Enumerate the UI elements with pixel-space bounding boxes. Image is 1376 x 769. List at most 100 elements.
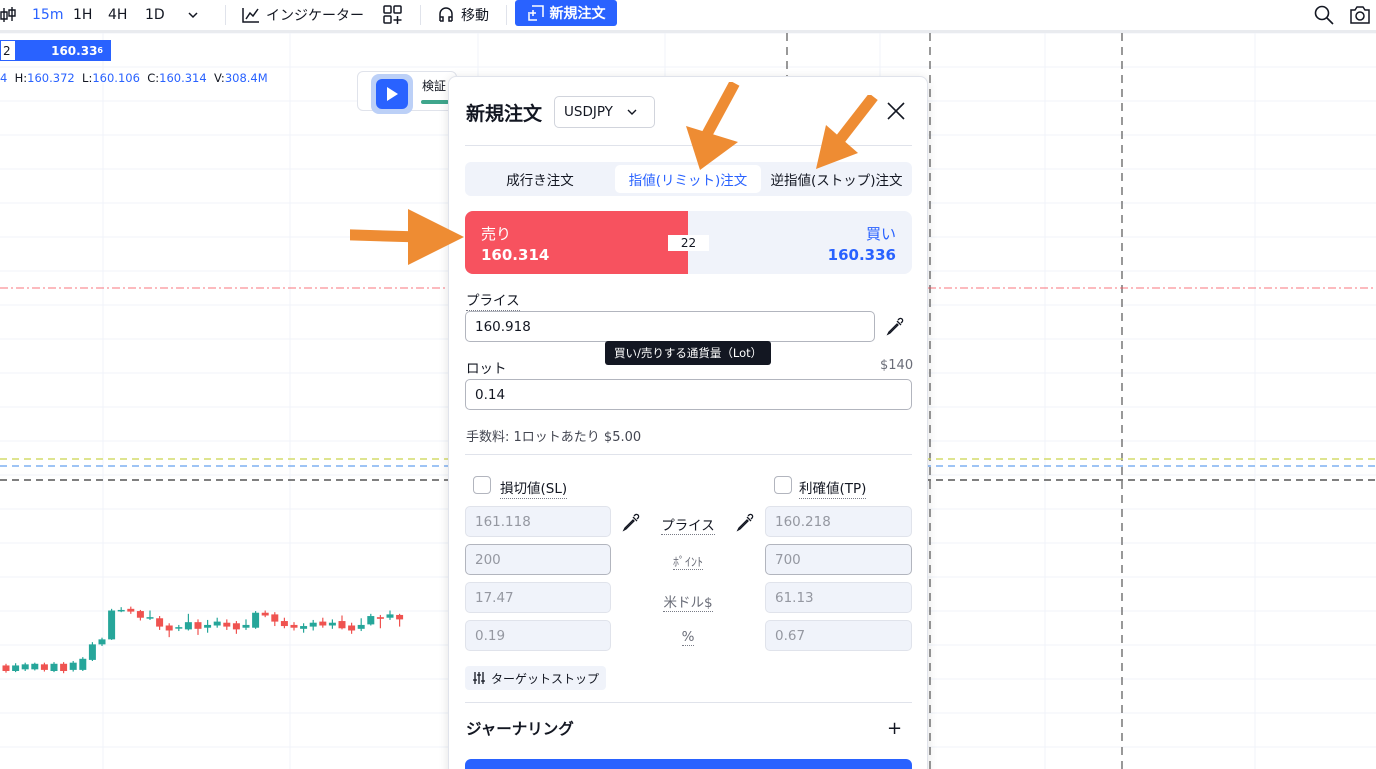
- candle-body: [117, 609, 125, 612]
- sl-points-value: 200: [475, 551, 501, 568]
- tp-points-input[interactable]: 700: [765, 544, 912, 575]
- submit-order-button[interactable]: [465, 759, 912, 769]
- divider: [465, 454, 912, 455]
- tab-market-order[interactable]: 成行き注文: [468, 165, 612, 193]
- ohlc-c-value: 160.314: [159, 71, 207, 85]
- candle-body: [204, 624, 212, 628]
- replay-widget: 検証: [357, 71, 457, 114]
- camera-icon[interactable]: [1348, 3, 1372, 27]
- candle-body: [280, 621, 288, 627]
- ohlc-l-label: L:: [82, 71, 93, 85]
- order-panel: 新規注文 USDJPY 成行き注文 指値(リミット)注文 逆指値(ストップ)注文…: [448, 76, 928, 769]
- ohlc-l-value: 160.106: [92, 71, 140, 85]
- toolbar-divider: [506, 5, 507, 25]
- price-input[interactable]: 160.918: [465, 311, 875, 342]
- candle-body: [40, 664, 48, 670]
- fee-value: 1ロットあたり $5.00: [513, 430, 642, 445]
- chevron-down-icon[interactable]: [187, 3, 199, 27]
- sl-percent-value: 0.19: [475, 627, 506, 644]
- candle-body: [2, 665, 10, 671]
- candle-body: [348, 625, 356, 631]
- ohlc-o-tail: 4: [0, 71, 8, 85]
- sl-usd-input[interactable]: 17.47: [465, 582, 611, 613]
- candle-body: [376, 617, 384, 619]
- timeframe-15m[interactable]: 15m: [32, 3, 63, 27]
- lot-label: ロット: [466, 361, 507, 377]
- play-button[interactable]: [371, 74, 413, 114]
- ohlc-v-value: 308.4M: [224, 71, 268, 85]
- chart-type-icon[interactable]: [0, 3, 18, 27]
- ohlc-v-label: V:: [214, 71, 225, 85]
- row-label-points: ﾎﾟｲﾝﾄ: [672, 555, 703, 570]
- price-badge: 2 160.33 6: [0, 40, 111, 61]
- indicators-button[interactable]: インジケーター: [241, 3, 364, 27]
- pipette-icon[interactable]: [621, 513, 641, 533]
- candle-body: [338, 621, 346, 629]
- ohlc-h-value: 160.372: [27, 71, 75, 85]
- sl-percent-input[interactable]: 0.19: [465, 620, 611, 651]
- sell-label: 売り: [481, 225, 512, 243]
- timeframe-1h[interactable]: 1H: [73, 3, 92, 27]
- sl-price-input[interactable]: 161.118: [465, 506, 611, 537]
- candle-body: [213, 621, 221, 626]
- toolbar-divider: [225, 5, 226, 25]
- lot-input[interactable]: 0.14: [465, 379, 912, 410]
- price-badge-value: 160.33 6: [16, 40, 111, 61]
- templates-icon[interactable]: [382, 3, 404, 27]
- indicators-icon: [242, 8, 259, 23]
- sl-usd-value: 17.47: [475, 589, 514, 606]
- candle-body: [357, 624, 365, 629]
- lot-value: 0.14: [475, 386, 506, 403]
- candle-body: [146, 617, 154, 619]
- lot-amount: $140: [880, 358, 914, 373]
- timeframe-4h[interactable]: 4H: [108, 3, 127, 27]
- symbol-select[interactable]: USDJPY: [554, 96, 655, 128]
- tp-percent-input[interactable]: 0.67: [765, 620, 912, 651]
- tp-usd-input[interactable]: 61.13: [765, 582, 912, 613]
- sl-price-value: 161.118: [475, 513, 531, 530]
- close-icon[interactable]: [885, 100, 907, 122]
- candlestick-series: [2, 606, 404, 674]
- tp-price-input[interactable]: 160.218: [765, 506, 912, 537]
- candle-body: [396, 614, 404, 620]
- tp-checkbox[interactable]: [774, 476, 792, 494]
- candle-body: [386, 614, 394, 618]
- candle-body: [136, 611, 144, 618]
- annotation-arrow-limit-tab: [686, 82, 740, 170]
- candle-body: [184, 622, 192, 630]
- play-icon: [387, 87, 398, 101]
- panel-title: 新規注文: [466, 103, 543, 125]
- search-icon[interactable]: [1313, 3, 1335, 27]
- sl-checkbox[interactable]: [473, 476, 491, 494]
- journaling-label: ジャーナリング: [466, 720, 574, 738]
- tp-price-value: 160.218: [775, 513, 831, 530]
- replay-progress: [421, 100, 449, 104]
- replay-label: 検証: [422, 79, 447, 93]
- row-label-usd: 米ドル$: [663, 595, 713, 612]
- new-order-button[interactable]: 新規注文: [515, 0, 617, 26]
- pipette-icon[interactable]: [735, 513, 755, 533]
- target-stop-label: ターゲットストップ: [491, 671, 600, 686]
- candle-body: [165, 625, 173, 631]
- journaling-add-button[interactable]: +: [887, 718, 902, 739]
- move-button[interactable]: 移動: [436, 3, 489, 27]
- ohlc-h-label: H:: [14, 71, 28, 85]
- price-value: 160.918: [475, 318, 531, 335]
- sl-points-input[interactable]: 200: [465, 544, 611, 575]
- buy-label: 買い: [865, 225, 896, 243]
- move-label: 移動: [461, 8, 489, 24]
- candle-body: [194, 622, 202, 629]
- tp-points-value: 700: [775, 551, 801, 568]
- symbol-value: USDJPY: [564, 104, 613, 120]
- candle-body: [175, 627, 183, 629]
- candle-body: [252, 612, 260, 628]
- timeframe-1d[interactable]: 1D: [145, 3, 165, 27]
- candle-body: [12, 665, 20, 671]
- target-stop-button[interactable]: ターゲットストップ: [465, 666, 607, 690]
- pipette-icon[interactable]: [885, 317, 905, 337]
- sell-button[interactable]: 売り 160.314: [465, 211, 688, 274]
- lot-tooltip: 買い/売りする通貨量（Lot）: [605, 341, 772, 365]
- candle-body: [242, 624, 250, 628]
- fee-text: 手数料: 1ロットあたり $5.00: [466, 426, 641, 445]
- candle-body: [319, 621, 327, 626]
